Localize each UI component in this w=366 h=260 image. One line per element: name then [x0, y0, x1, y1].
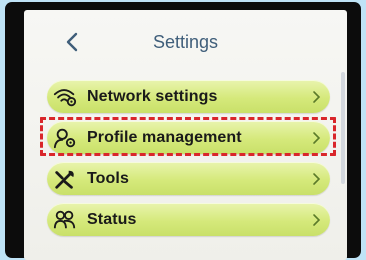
header: Settings: [24, 10, 347, 62]
menu-item-status[interactable]: Status: [47, 203, 330, 236]
menu-item-network-settings[interactable]: Network settings: [47, 80, 330, 113]
chevron-right-icon: [312, 203, 321, 236]
menu-item-label: Tools: [87, 169, 129, 187]
page-title: Settings: [152, 32, 219, 52]
menu-item-label: Network settings: [87, 87, 218, 105]
chevron-right-icon: [312, 162, 321, 195]
selection-highlight: [40, 117, 336, 156]
device-bezel: Settings Network settings Profile manage…: [5, 2, 361, 260]
status-users-icon: [53, 208, 77, 232]
settings-screen: Settings Network settings Profile manage…: [24, 10, 347, 260]
wifi-settings-icon: [53, 85, 77, 109]
chevron-right-icon: [312, 80, 321, 113]
menu-item-label: Status: [87, 210, 137, 228]
tools-icon: [53, 167, 77, 191]
scrollbar[interactable]: [341, 72, 345, 184]
menu-item-tools[interactable]: Tools: [47, 162, 330, 195]
